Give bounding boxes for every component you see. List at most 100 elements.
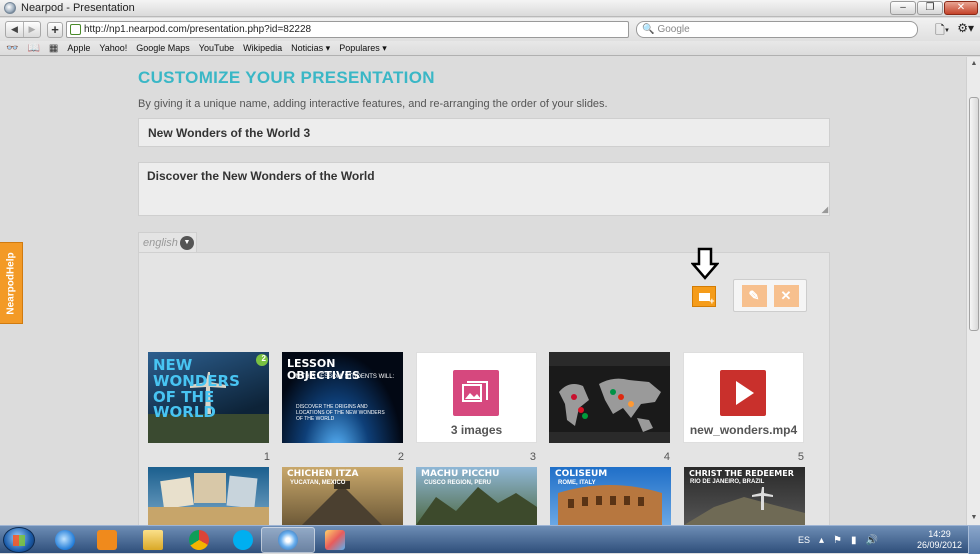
- dropdown-caret-icon[interactable]: ▼: [180, 236, 194, 250]
- system-clock[interactable]: 14:29 26/09/2012: [917, 529, 962, 551]
- search-icon: 🔍: [642, 24, 655, 35]
- slide-number-3: 3: [529, 451, 536, 463]
- window-title: Nearpod - Presentation: [21, 2, 135, 14]
- maximize-button[interactable]: ❐: [917, 1, 943, 15]
- taskbar-safari[interactable]: [261, 527, 315, 553]
- add-bookmark-button[interactable]: +: [47, 21, 63, 38]
- back-button[interactable]: ◀: [6, 22, 23, 37]
- site-favicon: [70, 24, 81, 35]
- scroll-down-arrow-icon[interactable]: ▼: [967, 511, 980, 525]
- slide-number-2: 2: [397, 451, 404, 463]
- world-map-image: [549, 352, 670, 443]
- language-placeholder: english: [143, 236, 178, 249]
- bookmarks-book-icon[interactable]: 📖: [27, 43, 39, 54]
- bookmark-wikipedia[interactable]: Wikipedia: [243, 43, 282, 53]
- vertical-scrollbar[interactable]: ▲ ▼: [966, 57, 980, 525]
- delete-x-button[interactable]: ✕: [773, 284, 799, 307]
- edit-pencil-button[interactable]: ✎: [741, 284, 767, 307]
- presentation-description-textarea[interactable]: Discover the New Wonders of the World ◢: [138, 162, 830, 216]
- down-arrow-annotation-icon: [691, 247, 719, 280]
- description-text: Discover the New Wonders of the World: [147, 169, 375, 183]
- safari-compass-icon: [278, 530, 298, 550]
- forward-button[interactable]: ▶: [23, 22, 40, 37]
- add-slide-icon: +: [698, 292, 715, 306]
- top-sites-grid-icon[interactable]: ▦: [49, 43, 58, 54]
- bookmark-google-maps[interactable]: Google Maps: [136, 43, 190, 53]
- search-placeholder: Google: [657, 24, 690, 35]
- slide-thumbnail-7[interactable]: CHICHEN ITZA YUCATAN, MEXICO: [282, 467, 403, 525]
- collage-image: [148, 473, 269, 525]
- slide-2-subcaption: IN THIS LESSON, STUDENTS WILL:: [294, 374, 395, 380]
- slide-thumbnail-2[interactable]: LESSON OBJECTIVES IN THIS LESSON, STUDEN…: [282, 352, 403, 443]
- slide-thumbnail-1[interactable]: NEW WONDERS OF THE WORLD 2: [148, 352, 269, 443]
- bookmark-yahoo[interactable]: Yahoo!: [99, 43, 127, 53]
- history-buttons: ◀ ▶: [5, 21, 41, 38]
- language-select[interactable]: english ▼: [138, 232, 197, 252]
- close-button[interactable]: ✕: [944, 1, 978, 15]
- slide-thumbnail-8[interactable]: MACHU PICCHU CUSCO REGION, PERU: [416, 467, 537, 525]
- slide-1-badge: 2: [261, 354, 266, 363]
- clock-date: 26/09/2012: [916, 540, 962, 550]
- help-tab-label: NearpodHelp: [5, 251, 17, 315]
- nearpod-help-tab[interactable]: NearpodHelp: [0, 242, 23, 324]
- chrome-icon: [189, 530, 209, 550]
- search-field[interactable]: 🔍 Google: [636, 21, 918, 38]
- window-titlebar: Nearpod - Presentation – ❐ ✕: [0, 0, 980, 17]
- clock-time: 14:29: [928, 529, 951, 539]
- show-desktop-button[interactable]: [968, 526, 980, 554]
- slide-3-label: 3 images: [450, 423, 503, 437]
- slide-6-caption: CHICHEN ITZA: [287, 469, 359, 479]
- resize-grip-icon[interactable]: ◢: [822, 205, 828, 214]
- slide-5-label: new_wonders.mp4: [689, 423, 798, 437]
- media-player-icon: [97, 530, 117, 550]
- slide-1-caption: NEW WONDERS OF THE WORLD: [153, 356, 240, 422]
- address-bar[interactable]: http://np1.nearpod.com/presentation.php?…: [66, 21, 629, 38]
- settings-gear-icon[interactable]: ⚙▾: [957, 21, 974, 42]
- reading-list-icon[interactable]: 👓: [6, 43, 18, 54]
- page-menu-icons: 🗋▾ ⚙▾: [935, 21, 974, 42]
- slide-7-subcaption: CUSCO REGION, PERU: [424, 480, 492, 486]
- action-center-flag-icon[interactable]: ⚑: [833, 535, 842, 546]
- minimize-button[interactable]: –: [890, 1, 916, 15]
- slide-9-caption: CHRIST THE REDEEMER: [689, 469, 794, 478]
- bookmark-noticias[interactable]: Noticias ▾: [291, 43, 330, 54]
- taskbar-paint[interactable]: [308, 527, 362, 553]
- slide-thumbnail-3[interactable]: 3 images: [416, 352, 537, 443]
- slide-number-5: 5: [797, 451, 804, 463]
- paint-icon: [325, 530, 345, 550]
- scroll-thumb[interactable]: [969, 97, 979, 331]
- bookmark-populares[interactable]: Populares ▾: [339, 43, 387, 54]
- tray-arrow-icon[interactable]: ▴: [819, 535, 824, 546]
- slide-number-4: 4: [663, 451, 670, 463]
- bookmark-youtube[interactable]: YouTube: [199, 43, 234, 53]
- slide-number-1: 1: [263, 451, 270, 463]
- slide-6-subcaption: YUCATAN, MEXICO: [290, 480, 346, 486]
- volume-icon[interactable]: 🔊: [866, 535, 878, 546]
- add-slide-button[interactable]: +: [692, 286, 716, 307]
- browser-toolbar: ◀ ▶ + http://np1.nearpod.com/presentatio…: [0, 18, 980, 41]
- page-title: CUSTOMIZE YOUR PRESENTATION: [138, 68, 435, 87]
- window-controls: – ❐ ✕: [890, 1, 978, 15]
- page-menu-icon[interactable]: 🗋▾: [935, 21, 949, 42]
- slide-8-subcaption: ROME, ITALY: [558, 480, 596, 486]
- slide-7-caption: MACHU PICCHU: [421, 469, 500, 479]
- scroll-up-arrow-icon[interactable]: ▲: [967, 57, 980, 71]
- slide-thumbnail-9[interactable]: COLISEUM ROME, ITALY: [550, 467, 671, 525]
- slide-thumbnail-10[interactable]: CHRIST THE REDEEMER RIO DE JANEIRO, BRAZ…: [684, 467, 805, 525]
- folder-icon: [143, 530, 163, 550]
- slide-thumbnail-4[interactable]: [549, 352, 670, 443]
- bookmark-apple[interactable]: Apple: [67, 43, 90, 53]
- slide-2-objective: DISCOVER THE ORIGINS AND LOCATIONS OF TH…: [296, 404, 385, 422]
- url-text[interactable]: http://np1.nearpod.com/presentation.php?…: [84, 24, 311, 35]
- slide-thumbnail-6[interactable]: [148, 467, 269, 525]
- presentation-title-input[interactable]: New Wonders of the World 3: [138, 118, 830, 147]
- slide-edit-controls: ✎ ✕: [733, 279, 807, 312]
- image-gallery-icon: [453, 370, 499, 416]
- start-button[interactable]: [3, 527, 35, 553]
- slide-thumbnail-5[interactable]: new_wonders.mp4: [683, 352, 804, 443]
- network-icon[interactable]: ▮: [851, 535, 857, 546]
- slide-9-subcaption: RIO DE JANEIRO, BRAZIL: [690, 479, 765, 485]
- safari-icon: [4, 2, 16, 14]
- language-indicator[interactable]: ES: [798, 535, 810, 545]
- skype-icon: [233, 530, 253, 550]
